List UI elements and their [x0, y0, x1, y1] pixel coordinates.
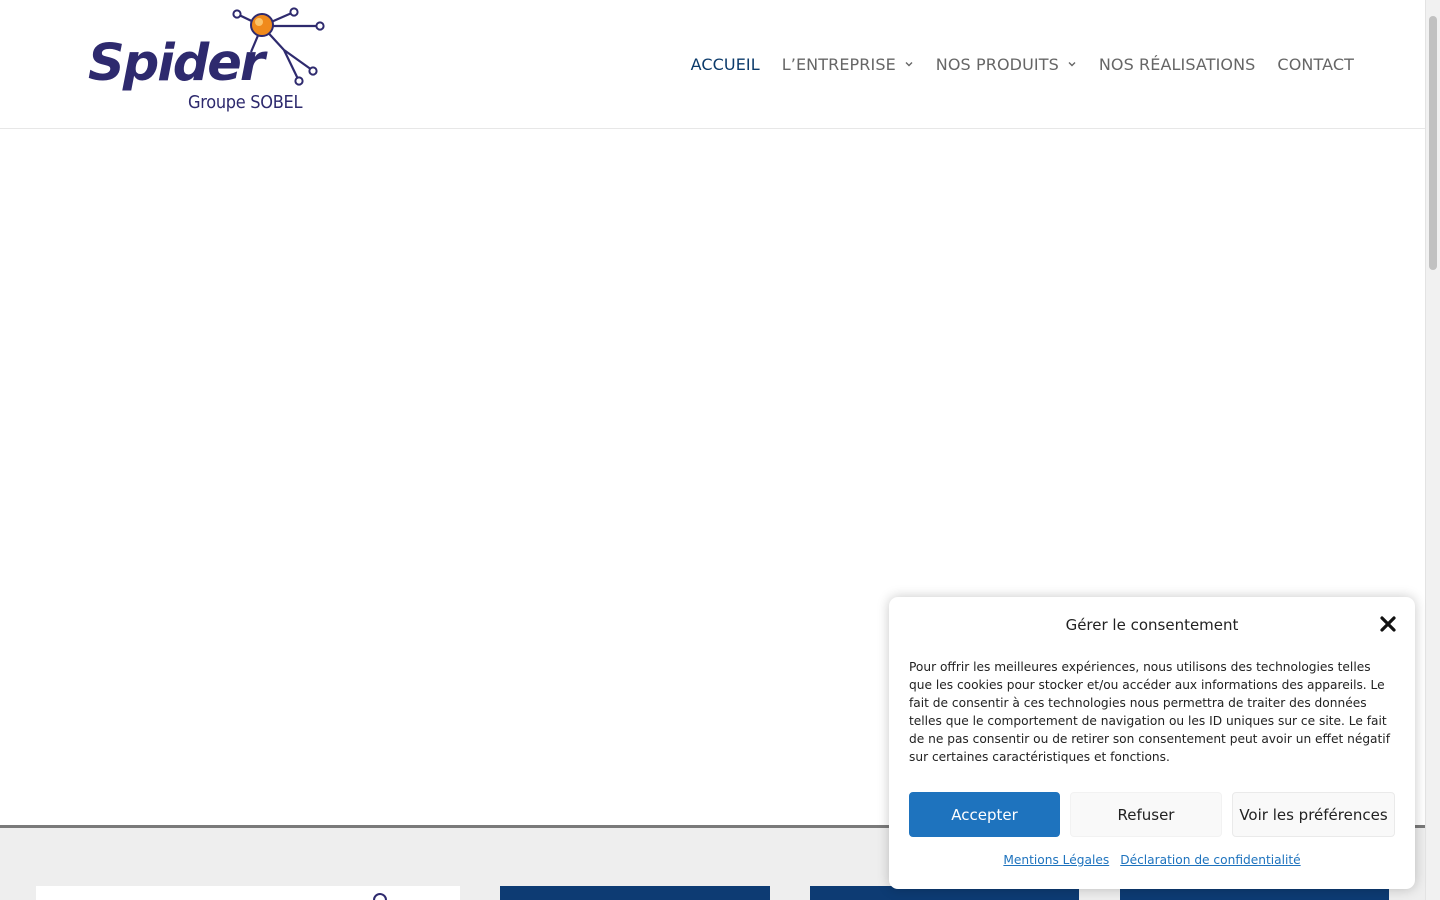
view-preferences-button[interactable]: Voir les préférences [1232, 792, 1395, 837]
main-nav: ACCUEIL L’ENTREPRISE NOS PRODUITS NOS RÉ… [669, 52, 1354, 76]
nav-item-produits[interactable]: NOS PRODUITS [936, 55, 1077, 74]
consent-message: Pour offrir les meilleures expériences, … [909, 660, 1390, 764]
nav-item-label: NOS PRODUITS [935, 54, 1059, 74]
nav-item-realisations[interactable]: NOS RÉALISATIONS [1099, 55, 1256, 74]
close-icon[interactable] [1379, 615, 1397, 633]
logo-fragment-icon [373, 893, 387, 900]
nav-item-entreprise[interactable]: L’ENTREPRISE [782, 55, 914, 74]
nav-item-label: ACCUEIL [690, 54, 760, 74]
footer-card [36, 886, 460, 900]
logo-subtitle: Groupe SOBEL [188, 92, 303, 113]
privacy-statement-link[interactable]: Déclaration de confidentialité [1120, 853, 1300, 867]
spider-logo[interactable]: Spider Groupe SOBEL [86, 4, 331, 118]
site-header: Spider Groupe SOBEL ACCUEIL L’ENTREPRISE… [0, 0, 1425, 129]
legal-notice-link[interactable]: Mentions Légales [1003, 853, 1109, 867]
chevron-down-icon [905, 62, 913, 67]
scrollbar-thumb[interactable] [1429, 16, 1437, 270]
consent-links: Mentions Légales Déclaration de confiden… [889, 853, 1415, 867]
logo-wordmark: Spider [88, 34, 265, 93]
consent-dialog: Gérer le consentement Pour offrir les me… [889, 597, 1415, 889]
nav-item-accueil[interactable]: ACCUEIL [691, 55, 760, 74]
nav-item-label: L’ENTREPRISE [781, 54, 896, 74]
chevron-down-icon [1068, 62, 1076, 67]
refuse-button[interactable]: Refuser [1070, 792, 1222, 837]
page: Spider Groupe SOBEL ACCUEIL L’ENTREPRISE… [0, 0, 1440, 900]
accept-button[interactable]: Accepter [909, 792, 1060, 837]
footer-card [500, 886, 770, 900]
page-scrollbar[interactable] [1425, 0, 1440, 900]
nav-item-contact[interactable]: CONTACT [1277, 55, 1354, 74]
nav-item-label: NOS RÉALISATIONS [1098, 54, 1256, 74]
consent-title: Gérer le consentement [1065, 616, 1239, 634]
nav-item-label: CONTACT [1277, 54, 1354, 74]
